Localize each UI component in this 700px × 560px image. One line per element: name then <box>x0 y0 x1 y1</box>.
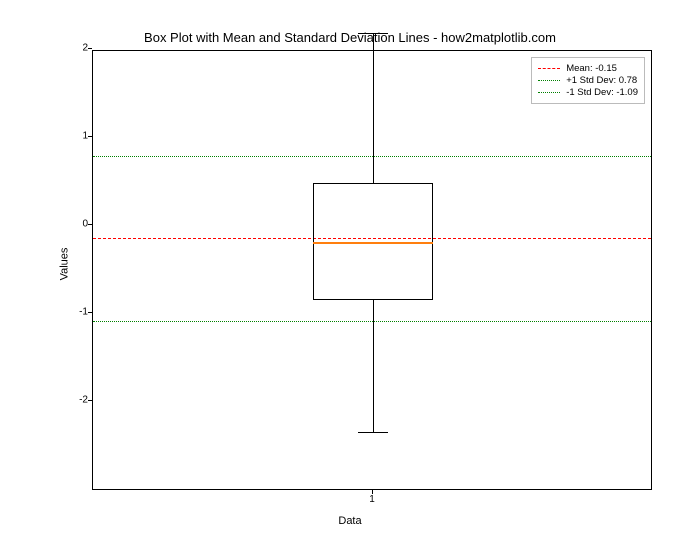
legend: Mean: -0.15 +1 Std Dev: 0.78 -1 Std Dev:… <box>531 57 645 104</box>
upper-whisker <box>373 33 374 183</box>
y-tick-label: -1 <box>79 307 88 318</box>
std-minus-line <box>93 321 651 322</box>
legend-item-std-plus: +1 Std Dev: 0.78 <box>538 75 638 86</box>
median-line <box>313 242 433 244</box>
legend-swatch-mean <box>538 68 560 69</box>
upper-cap <box>358 33 388 34</box>
legend-item-mean: Mean: -0.15 <box>538 63 638 74</box>
y-tick-label: -2 <box>79 395 88 406</box>
legend-label-std-minus: -1 Std Dev: -1.09 <box>566 87 638 98</box>
y-axis-label: Values <box>58 248 70 281</box>
legend-item-std-minus: -1 Std Dev: -1.09 <box>538 87 638 98</box>
x-tick-label: 1 <box>369 494 375 505</box>
lower-cap <box>358 432 388 433</box>
lower-whisker <box>373 300 374 432</box>
legend-label-std-plus: +1 Std Dev: 0.78 <box>566 75 637 86</box>
y-tick-mark <box>88 48 92 49</box>
chart-container: Box Plot with Mean and Standard Deviatio… <box>0 0 700 560</box>
x-tick-mark <box>372 490 373 494</box>
x-axis-label: Data <box>0 515 700 527</box>
chart-title: Box Plot with Mean and Standard Deviatio… <box>0 30 700 45</box>
std-plus-line <box>93 156 651 157</box>
legend-label-mean: Mean: -0.15 <box>566 63 617 74</box>
legend-swatch-std-plus <box>538 80 560 81</box>
legend-swatch-std-minus <box>538 92 560 93</box>
plot-area: Mean: -0.15 +1 Std Dev: 0.78 -1 Std Dev:… <box>92 50 652 490</box>
